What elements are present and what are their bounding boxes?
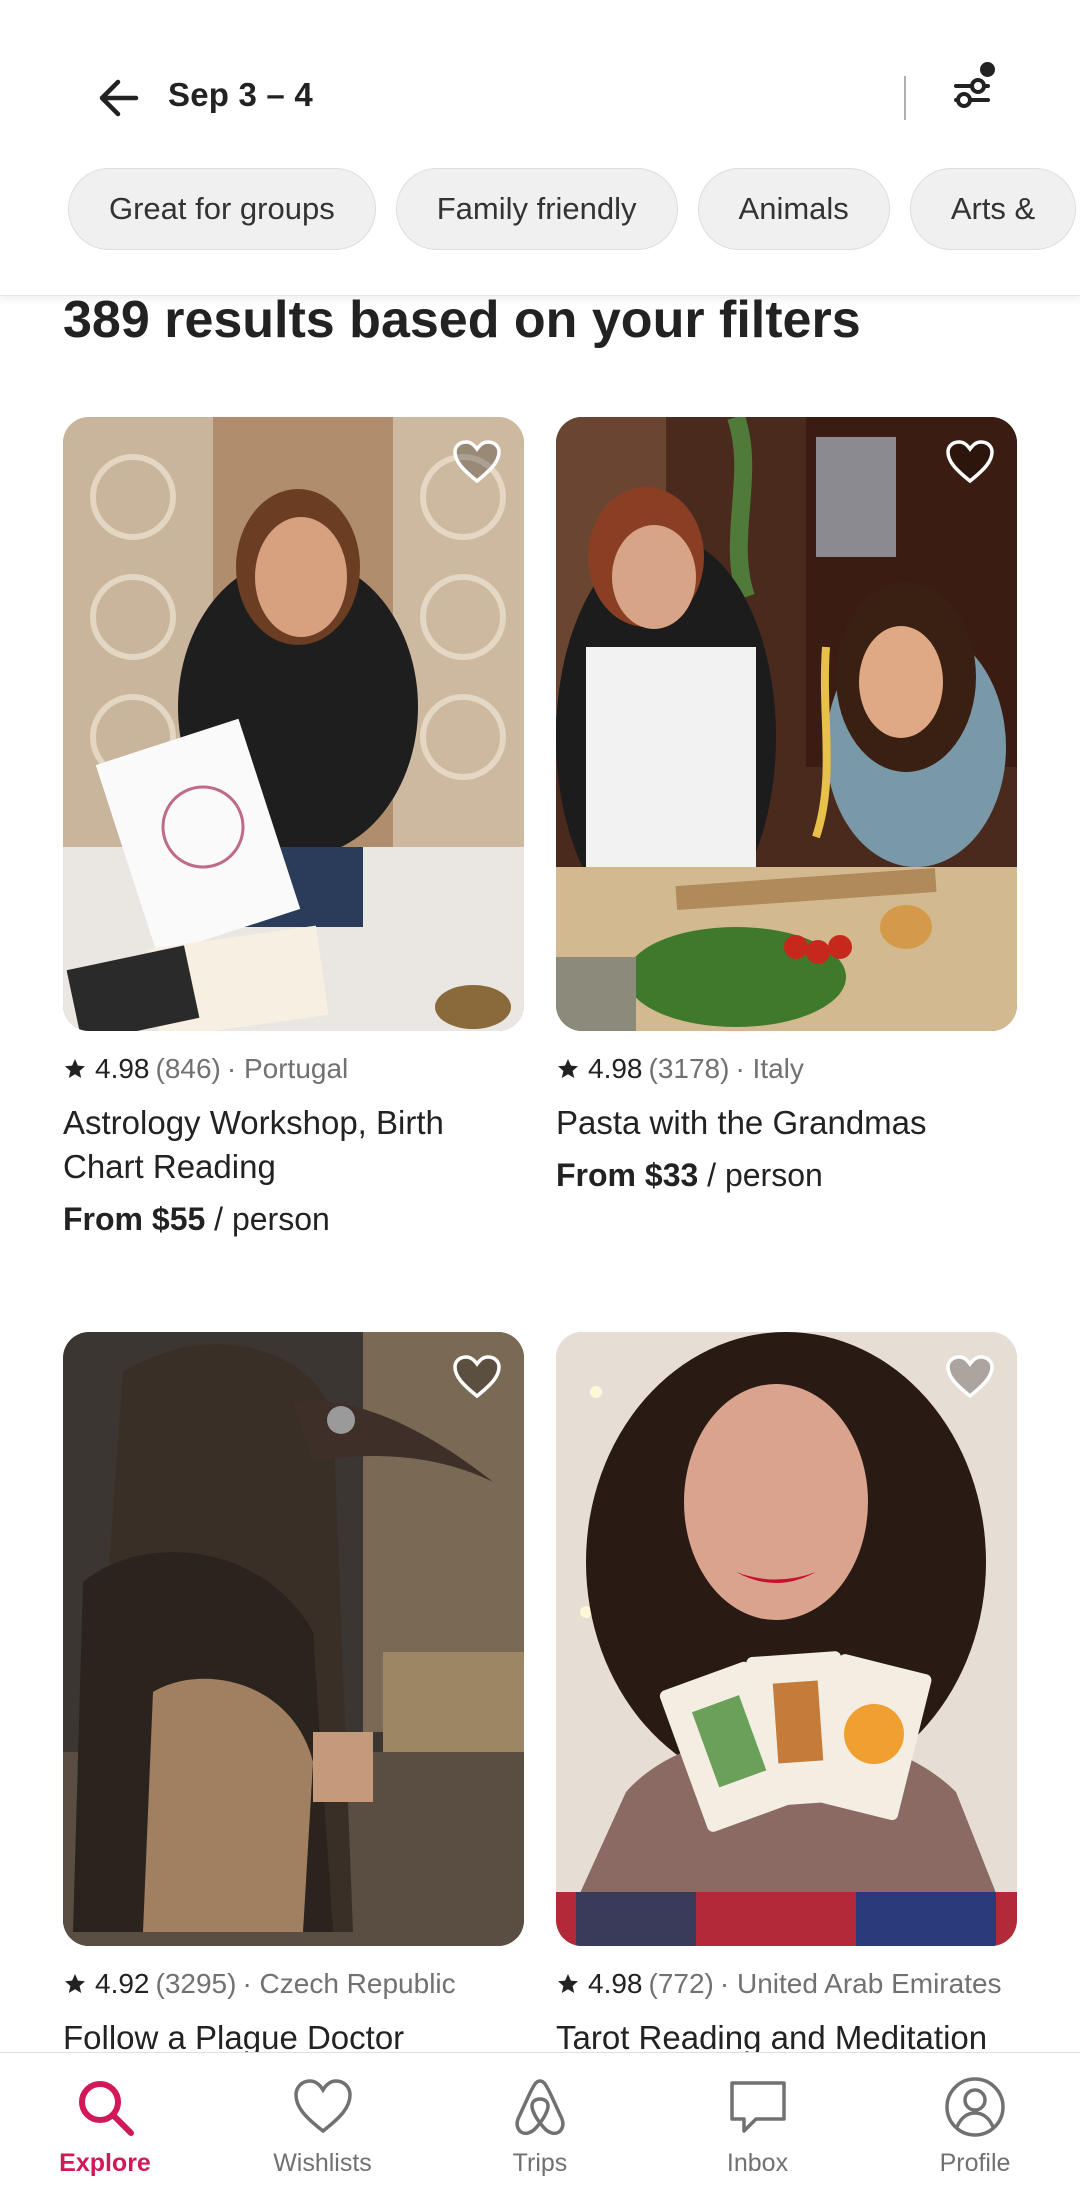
nav-label: Inbox	[726, 2149, 789, 2177]
nav-label: Wishlists	[273, 2149, 372, 2177]
filter-active-dot	[980, 62, 995, 77]
listing-photo[interactable]	[63, 1332, 524, 1946]
price-amount: From $33	[556, 1157, 699, 1193]
listing-meta: 4.98 (3178) · Italy	[556, 1053, 1017, 1085]
search-icon	[79, 2081, 134, 2136]
heart-icon[interactable]	[452, 1354, 502, 1400]
listing-card[interactable]: 4.98 (772) · United Arab Emirates Tarot …	[556, 1332, 1017, 2060]
listing-title[interactable]: Astrology Workshop, Birth Chart Reading	[63, 1101, 524, 1189]
listing-price: From $33 / person	[556, 1157, 1017, 1194]
nav-explore[interactable]: Explore	[25, 2053, 185, 2203]
heart-icon	[293, 2079, 352, 2134]
listing-meta: 4.98 (846) · Portugal	[63, 1053, 524, 1085]
nav-trips[interactable]: Trips	[460, 2053, 620, 2203]
listing-photo[interactable]	[556, 1332, 1017, 1946]
listing-card[interactable]: 4.98 (3178) · Italy Pasta with the Grand…	[556, 417, 1017, 1194]
listing-card[interactable]: 4.92 (3295) · Czech Republic Follow a Pl…	[63, 1332, 524, 2060]
heart-icon[interactable]	[945, 439, 995, 485]
listing-meta: 4.92 (3295) · Czech Republic	[63, 1968, 524, 2000]
star-icon	[65, 1974, 85, 1993]
rating-value: 4.98	[95, 1053, 150, 1084]
listing-photo[interactable]	[556, 417, 1017, 1031]
results-title: 389 results based on your filters	[63, 291, 861, 349]
review-count: (3178)	[648, 1053, 730, 1084]
price-unit: / person	[205, 1201, 330, 1237]
listing-location: · Czech Republic	[242, 1968, 456, 1999]
nav-wishlists[interactable]: Wishlists	[243, 2053, 403, 2203]
listing-location: · Italy	[735, 1053, 804, 1084]
chat-bubble-icon	[729, 2081, 786, 2133]
nav-label: Profile	[939, 2149, 1011, 2177]
rating-value: 4.92	[95, 1968, 150, 1999]
listing-meta: 4.98 (772) · United Arab Emirates	[556, 1968, 1017, 2000]
nav-label: Explore	[59, 2149, 151, 2177]
star-icon	[558, 1974, 578, 1993]
top-header: Sep 3 – 4 Great for groups Family friendl…	[0, 0, 1080, 296]
header-divider	[904, 76, 906, 120]
nav-profile[interactable]: Profile	[895, 2053, 1055, 2203]
listing-photo[interactable]	[63, 417, 524, 1031]
chip-animals[interactable]: Animals	[697, 168, 890, 250]
bottom-nav: Explore Wishlists Trips Inbox Profile	[0, 2052, 1080, 2203]
filter-sliders-icon	[954, 78, 990, 108]
listing-card[interactable]: 4.98 (846) · Portugal Astrology Workshop…	[63, 417, 524, 1238]
nav-label: Trips	[512, 2149, 568, 2177]
chip-family-friendly[interactable]: Family friendly	[395, 168, 678, 250]
chip-arts[interactable]: Arts &	[909, 168, 1077, 250]
airbnb-logo-icon	[515, 2079, 565, 2136]
user-circle-icon	[945, 2077, 1005, 2137]
star-icon	[558, 1059, 578, 1078]
filter-chips: Great for groups Family friendly Animals Ar…	[68, 168, 1080, 250]
listing-price: From $55 / person	[63, 1201, 524, 1238]
price-amount: From $55	[63, 1201, 206, 1237]
review-count: (846)	[155, 1053, 221, 1084]
listing-title[interactable]: Pasta with the Grandmas	[556, 1101, 1017, 1145]
back-button[interactable]	[92, 72, 144, 124]
nav-inbox[interactable]: Inbox	[678, 2053, 838, 2203]
chip-great-for-groups[interactable]: Great for groups	[68, 168, 376, 250]
listing-location: · United Arab Emirates	[719, 1968, 1002, 1999]
heart-icon[interactable]	[945, 1354, 995, 1400]
rating-value: 4.98	[588, 1968, 643, 1999]
listing-location: · Portugal	[226, 1053, 349, 1084]
review-count: (772)	[648, 1968, 714, 1999]
arrow-left-icon	[99, 79, 139, 117]
review-count: (3295)	[155, 1968, 237, 1999]
star-icon	[65, 1059, 85, 1078]
date-range[interactable]: Sep 3 – 4	[168, 76, 313, 114]
heart-icon[interactable]	[452, 439, 502, 485]
price-unit: / person	[698, 1157, 823, 1193]
rating-value: 4.98	[588, 1053, 643, 1084]
